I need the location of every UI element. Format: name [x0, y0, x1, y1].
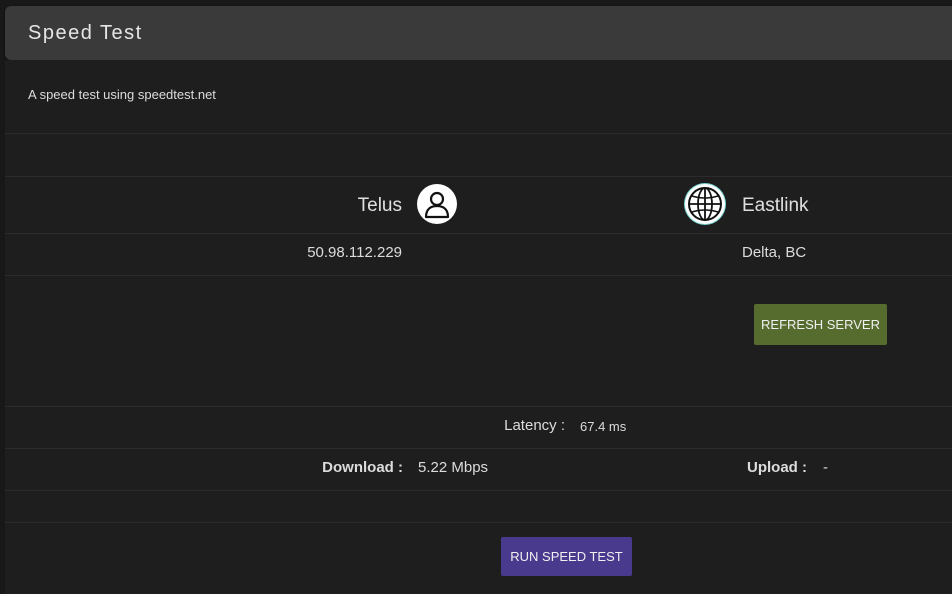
- page-description: A speed test using speedtest.net: [28, 87, 216, 102]
- speed-test-panel: A speed test using speedtest.net Telus E…: [5, 60, 952, 594]
- client-isp-name: Telus: [357, 195, 402, 216]
- upload-value: -: [823, 459, 828, 476]
- user-icon: [417, 184, 457, 224]
- latency-value: 67.4 ms: [580, 419, 627, 434]
- divider: [5, 176, 952, 177]
- server-location: Delta, BC: [742, 244, 807, 261]
- refresh-server-button[interactable]: REFRESH SERVER: [754, 304, 887, 345]
- latency-label: Latency :: [504, 417, 565, 434]
- speed-test-page: Speed Test A speed test using speedtest.…: [0, 0, 952, 594]
- client-ip-address: 50.98.112.229: [307, 244, 402, 261]
- divider: [5, 490, 952, 491]
- divider: [5, 133, 952, 134]
- server-name: Eastlink: [742, 195, 809, 216]
- divider: [5, 275, 952, 276]
- divider: [5, 406, 952, 407]
- page-header: Speed Test: [5, 6, 952, 60]
- divider: [5, 233, 952, 234]
- download-label: Download :: [322, 459, 403, 476]
- download-value: 5.22 Mbps: [418, 459, 489, 476]
- page-title: Speed Test: [28, 22, 143, 44]
- run-speed-test-button[interactable]: RUN SPEED TEST: [501, 537, 632, 576]
- divider: [5, 448, 952, 449]
- globe-icon: [685, 184, 725, 224]
- upload-label: Upload :: [747, 459, 807, 476]
- divider: [5, 522, 952, 523]
